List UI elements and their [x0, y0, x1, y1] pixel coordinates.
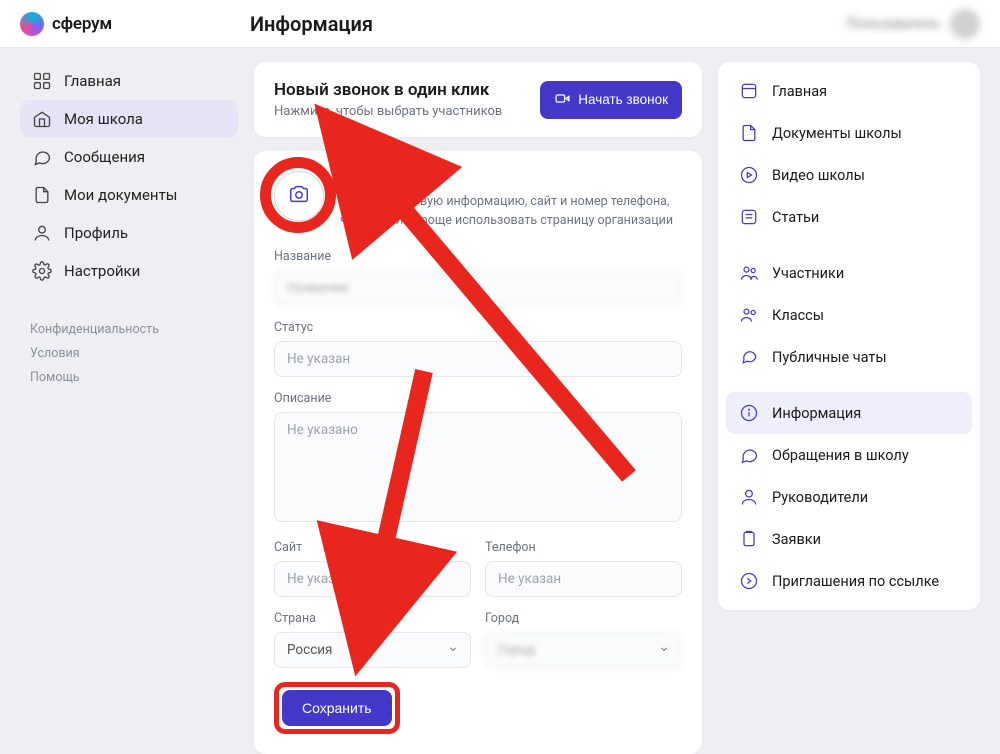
name-input[interactable] — [274, 270, 682, 306]
org-name-heading: Название — [340, 173, 682, 189]
country-select[interactable]: Россия — [274, 632, 471, 668]
file-icon — [32, 185, 52, 205]
sidebar-item-label: Профиль — [64, 224, 128, 242]
description-label: Описание — [274, 391, 682, 406]
rnav-label: Руководители — [772, 489, 868, 506]
rnav-label: Заявки — [772, 531, 821, 548]
rnav-label: Главная — [772, 83, 827, 100]
rnav-label: Приглашения по ссылке — [772, 573, 939, 590]
rnav-classes[interactable]: Классы — [726, 294, 972, 336]
link-arrow-icon — [738, 570, 760, 592]
city-select[interactable]: Город — [485, 632, 682, 668]
name-label: Название — [274, 249, 682, 264]
rnav-appeals[interactable]: Обращения в школу — [726, 434, 972, 476]
rnav-label: Информация — [772, 405, 861, 422]
rnav-leaders[interactable]: Руководители — [726, 476, 972, 518]
description-textarea[interactable] — [274, 412, 682, 522]
video-icon — [554, 90, 571, 110]
footer-privacy[interactable]: Конфиденциальность — [30, 322, 159, 337]
sidebar-item-label: Моя школа — [64, 110, 143, 128]
city-label: Город — [485, 611, 682, 626]
save-button[interactable]: Сохранить — [282, 690, 392, 726]
file-icon — [738, 122, 760, 144]
rnav-label: Документы школы — [772, 125, 902, 142]
sidebar-item-documents[interactable]: Мои документы — [20, 176, 238, 214]
start-call-button[interactable]: Начать звонок — [540, 81, 682, 119]
right-sidebar: Главная Документы школы Видео школы Стат… — [718, 62, 980, 610]
users-icon — [738, 262, 760, 284]
rnav-label: Публичные чаты — [772, 349, 887, 366]
annotation-save-highlight: Сохранить — [274, 682, 400, 734]
box-icon — [738, 80, 760, 102]
topbar-user[interactable]: Пользователь — [847, 9, 980, 39]
call-title: Новый звонок в один клик — [274, 80, 502, 100]
info-form-card: Название Укажите базовую информацию, сай… — [254, 151, 702, 754]
sidebar-item-label: Мои документы — [64, 186, 177, 204]
org-desc-text: Укажите базовую информацию, сайт и номер… — [340, 193, 682, 231]
chat-icon — [738, 444, 760, 466]
grid-icon — [32, 71, 52, 91]
app-name: сферум — [52, 14, 112, 34]
phone-input[interactable] — [485, 561, 682, 597]
page-title: Информация — [250, 12, 373, 36]
rnav-video[interactable]: Видео школы — [726, 154, 972, 196]
sidebar-item-home[interactable]: Главная — [20, 62, 238, 100]
site-label: Сайт — [274, 540, 471, 555]
topbar: сферум Информация Пользователь — [0, 0, 1000, 48]
chat-icon — [32, 147, 52, 167]
rnav-home[interactable]: Главная — [726, 70, 972, 112]
rnav-docs[interactable]: Документы школы — [726, 112, 972, 154]
rnav-articles[interactable]: Статьи — [726, 196, 972, 238]
rnav-label: Обращения в школу — [772, 447, 909, 464]
country-label: Страна — [274, 611, 471, 626]
camera-icon — [288, 183, 310, 209]
sidebar-item-label: Сообщения — [64, 148, 145, 166]
logo[interactable]: сферум — [20, 12, 250, 36]
rnav-label: Статьи — [772, 209, 819, 226]
rnav-label: Участники — [772, 265, 844, 282]
sidebar-item-messages[interactable]: Сообщения — [20, 138, 238, 176]
rnav-label: Классы — [772, 307, 824, 324]
status-input[interactable] — [274, 341, 682, 377]
play-icon — [738, 164, 760, 186]
annotation-arrow-1 — [359, 166, 739, 596]
rnav-info[interactable]: Информация — [726, 392, 972, 434]
rnav-requests[interactable]: Заявки — [726, 518, 972, 560]
avatar — [950, 9, 980, 39]
rnav-invites[interactable]: Приглашения по ссылке — [726, 560, 972, 602]
article-icon — [738, 206, 760, 228]
footer-links: Конфиденциальность Условия Помощь — [20, 318, 238, 389]
phone-label: Телефон — [485, 540, 682, 555]
gear-icon — [32, 261, 52, 281]
site-input[interactable] — [274, 561, 471, 597]
footer-help[interactable]: Помощь — [30, 370, 80, 385]
users-icon — [738, 304, 760, 326]
upload-photo-button[interactable] — [274, 171, 324, 221]
rnav-public-chats[interactable]: Публичные чаты — [726, 336, 972, 378]
sidebar-item-school[interactable]: Моя школа — [20, 100, 238, 138]
info-icon — [738, 402, 760, 424]
rnav-label: Видео школы — [772, 167, 865, 184]
left-sidebar: Главная Моя школа Сообщения Мои документ… — [20, 62, 238, 389]
logo-icon — [20, 12, 44, 36]
call-subtitle: Нажмите, чтобы выбрать участников — [274, 104, 502, 119]
start-call-label: Начать звонок — [578, 92, 668, 107]
clipboard-icon — [738, 528, 760, 550]
new-call-card: Новый звонок в один клик Нажмите, чтобы … — [254, 62, 702, 137]
sidebar-item-label: Главная — [64, 72, 121, 90]
chats-icon — [738, 346, 760, 368]
sidebar-item-settings[interactable]: Настройки — [20, 252, 238, 290]
user-icon — [738, 486, 760, 508]
status-label: Статус — [274, 320, 682, 335]
school-icon — [32, 109, 52, 129]
sidebar-item-label: Настройки — [64, 262, 140, 280]
sidebar-item-profile[interactable]: Профиль — [20, 214, 238, 252]
footer-terms[interactable]: Условия — [30, 346, 80, 361]
user-name: Пользователь — [847, 16, 940, 32]
user-icon — [32, 223, 52, 243]
rnav-members[interactable]: Участники — [726, 252, 972, 294]
